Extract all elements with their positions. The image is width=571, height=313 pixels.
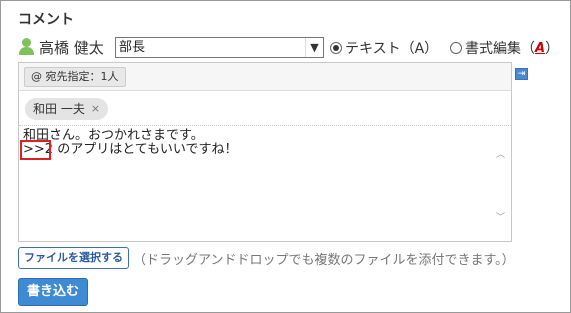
- chevron-down-icon: ▼: [305, 38, 323, 57]
- scroll-up-icon[interactable]: ︿: [496, 147, 505, 160]
- radio-rich-label-close: ）: [545, 41, 560, 57]
- close-icon[interactable]: ×: [91, 98, 100, 120]
- comment-editor[interactable]: @ 宛先指定：1人 和田 一夫 × 和田さん。おつかれさまです。 >>2 のアプリ…: [18, 62, 512, 242]
- expand-editor-icon[interactable]: ⇥: [515, 68, 528, 80]
- submit-button[interactable]: 書き込む: [18, 278, 88, 306]
- comment-body[interactable]: 和田さん。おつかれさまです。 >>2 のアプリはとてもいいですね！: [23, 129, 238, 157]
- file-drop-hint: （ドラッグアンドドロップでも複数のファイルを添付できます。）: [133, 253, 515, 268]
- radio-text-format[interactable]: テキスト（A）: [330, 39, 438, 57]
- section-title: コメント: [18, 12, 74, 28]
- recipient-name: 和田 一夫: [33, 102, 85, 116]
- radio-text-label: テキスト（A）: [345, 41, 439, 57]
- choose-file-button[interactable]: ファイルを選択する: [18, 247, 129, 269]
- mention-button[interactable]: @ 宛先指定：1人: [24, 67, 126, 87]
- author-name: 高橋 健太: [39, 38, 104, 57]
- radio-rich-label: 書式編集（: [465, 41, 535, 57]
- author-row: 高橋 健太: [18, 37, 104, 57]
- comment-line: >>2 のアプリはとてもいいですね！: [23, 142, 238, 157]
- font-color-icon: A: [535, 40, 546, 56]
- position-select-value: 部長: [119, 40, 146, 55]
- comment-line: 和田さん。おつかれさまです。: [23, 128, 204, 143]
- person-icon: [18, 38, 35, 56]
- radio-button-checked[interactable]: [330, 42, 342, 54]
- editor-toolbar: @ 宛先指定：1人: [19, 63, 511, 91]
- position-select[interactable]: 部長 ▼: [115, 37, 324, 58]
- reply-anchor-highlight: [20, 140, 51, 160]
- recipient-chip: 和田 一夫 ×: [25, 98, 109, 120]
- radio-button-unchecked[interactable]: [450, 42, 462, 54]
- radio-rich-format[interactable]: 書式編集（ A ）: [450, 39, 559, 57]
- comment-panel: コメント 高橋 健太 部長 ▼ テキスト（A） 書式編集（ A ） ⇥ @ 宛先…: [0, 0, 571, 313]
- scroll-down-icon[interactable]: ﹀: [496, 210, 505, 223]
- editor-divider: [19, 125, 511, 126]
